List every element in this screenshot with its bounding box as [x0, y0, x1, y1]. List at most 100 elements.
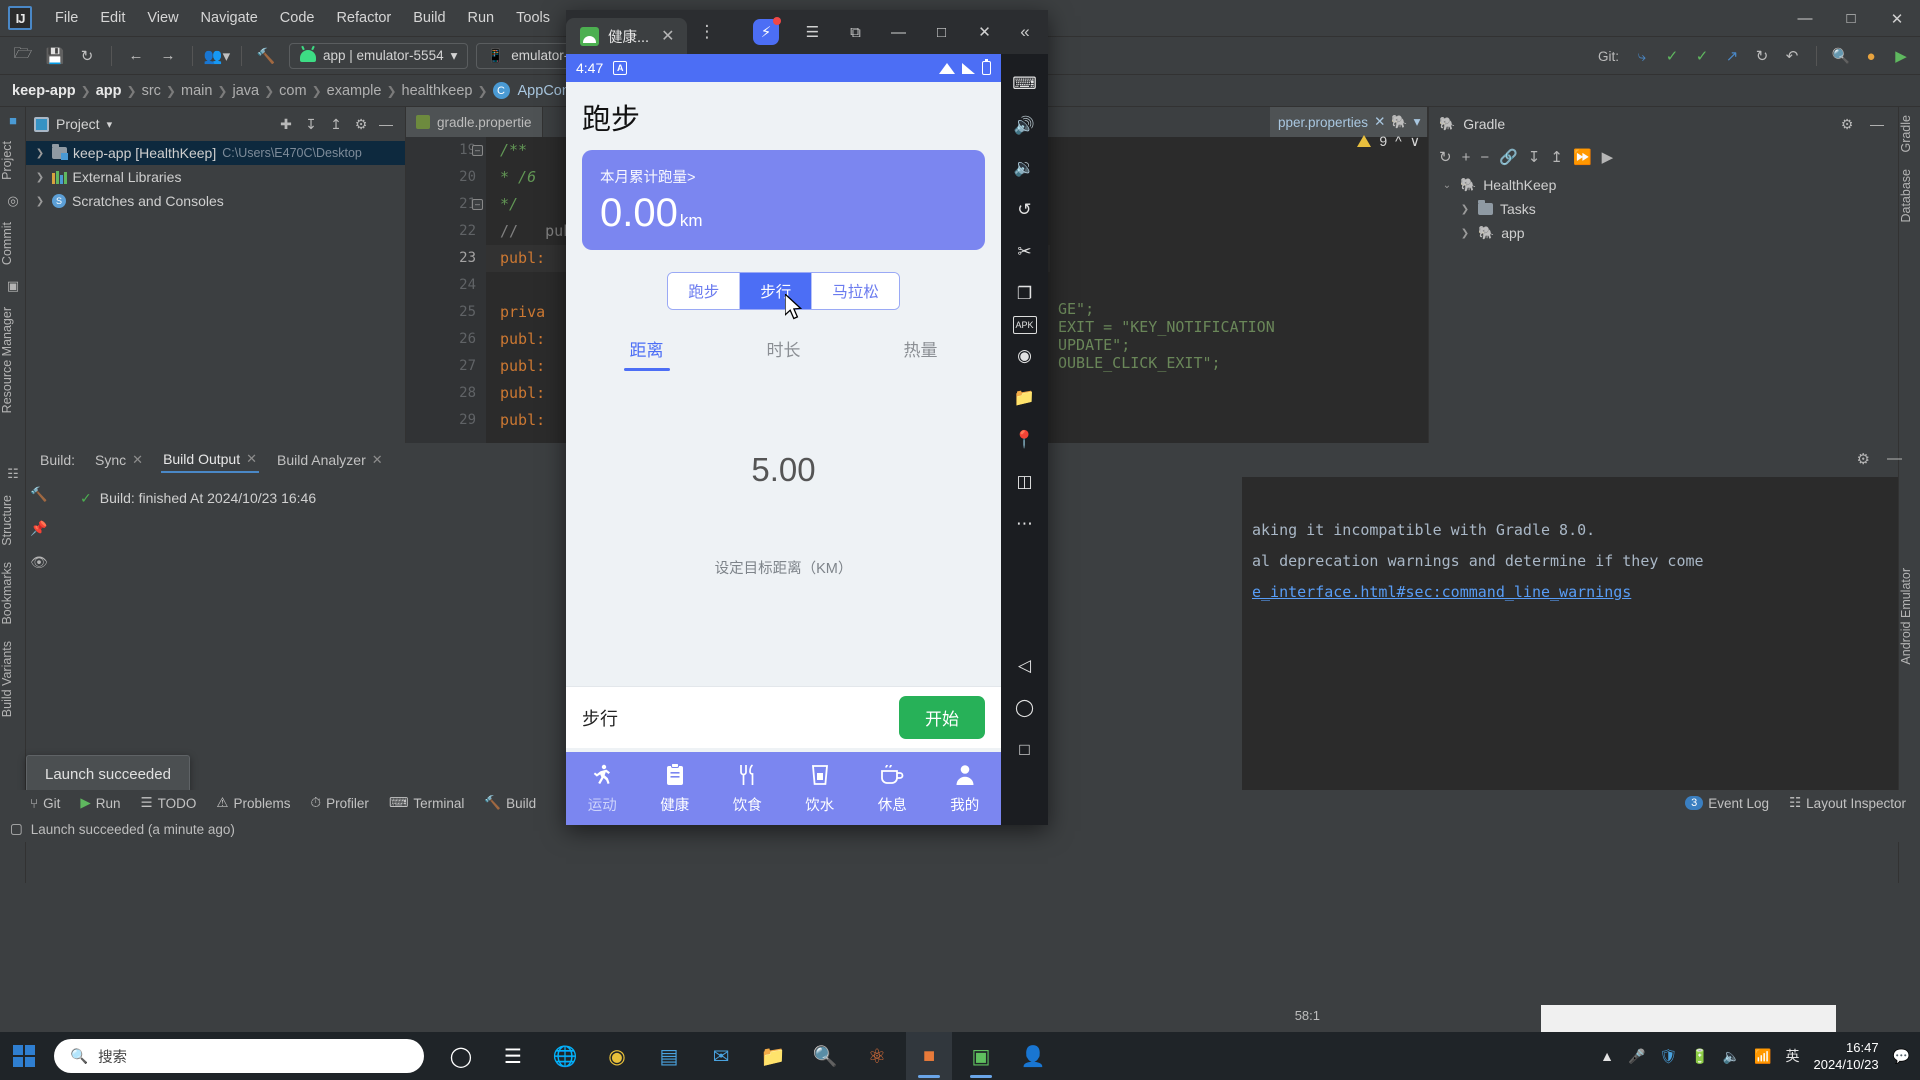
git-commit-icon[interactable]: ✓ [1659, 43, 1685, 69]
breadcrumb-item[interactable]: app [96, 83, 122, 99]
add-icon[interactable]: + [1462, 149, 1471, 166]
build-console[interactable]: aking it incompatible with Gradle 8.0. a… [1242, 477, 1898, 797]
git-push-icon[interactable]: ↗ [1719, 43, 1745, 69]
postman-icon[interactable]: ⚛ [854, 1032, 900, 1080]
rail-item-database[interactable]: Database [1899, 161, 1920, 231]
tab-sync[interactable]: Sync ✕ [93, 448, 145, 472]
extended-controls-icon[interactable]: ⋯ [1005, 504, 1045, 544]
git-history-icon[interactable]: ↻ [1749, 43, 1775, 69]
snapshot-icon[interactable]: ❐ [1005, 274, 1045, 314]
eye-icon[interactable]: 👁 [26, 545, 52, 579]
code-fold-icon[interactable]: – [472, 145, 483, 156]
file-explorer-icon[interactable]: 📁 [750, 1032, 796, 1080]
tree-node-scratches[interactable]: ❯ S Scratches and Consoles [26, 189, 405, 213]
keyboard-icon[interactable]: ⌨ [1005, 64, 1045, 104]
console-link[interactable]: e_interface.html#sec:command_line_warnin… [1252, 577, 1888, 608]
mail-icon[interactable]: ✉ [698, 1032, 744, 1080]
menu-edit[interactable]: Edit [89, 5, 136, 31]
menu-view[interactable]: View [136, 5, 189, 31]
menu-code[interactable]: Code [269, 5, 326, 31]
rail-item-commit[interactable]: Commit [0, 214, 26, 273]
status-tab-run[interactable]: ▶ Run [80, 795, 120, 811]
rail-item-gradle[interactable]: Gradle [1899, 107, 1920, 161]
fold-device-icon[interactable]: ◫ [1005, 462, 1045, 502]
nav-item-mine[interactable]: 我的 [929, 763, 1002, 815]
chevron-right-icon[interactable]: ❯ [34, 172, 46, 183]
emulator-taskbar-icon[interactable]: ▣ [958, 1032, 1004, 1080]
editor-tab-gradle-properties[interactable]: gradle.propertie [406, 107, 543, 137]
menu-tools[interactable]: Tools [505, 5, 561, 31]
chevron-right-icon[interactable]: ❯ [34, 196, 46, 207]
kebab-menu-icon[interactable]: ⋮ [699, 22, 717, 42]
prev-warning-icon[interactable]: ^ [1395, 133, 1402, 149]
nav-item-health[interactable]: 健康 [639, 762, 712, 815]
chevron-right-icon[interactable]: ❯ [1459, 228, 1471, 239]
emulator-tab[interactable]: 健康... ✕ [566, 18, 687, 54]
recents-nav-icon[interactable]: □ [1005, 730, 1045, 770]
screenshot-scissors-icon[interactable]: ✂ [1005, 232, 1045, 272]
status-tab-build[interactable]: 🔨 Build [484, 795, 536, 811]
menu-run[interactable]: Run [457, 5, 506, 31]
tree-node-keep-app[interactable]: ❯ keep-app [HealthKeep] C:\Users\E470C\D… [26, 141, 405, 165]
notifications-icon[interactable]: ● [1858, 43, 1884, 69]
tab-calories[interactable]: 热量 [852, 336, 989, 379]
minimize-icon[interactable]: — [1782, 0, 1828, 37]
folder-icon[interactable]: 📁 [1005, 378, 1045, 418]
minimize-icon[interactable]: — [879, 10, 918, 54]
expand-all-icon[interactable]: ↧ [1528, 148, 1541, 166]
attach-icon[interactable]: 🔗 [1499, 148, 1518, 166]
nav-item-water[interactable]: 饮水 [784, 763, 857, 815]
gradle-node-healthkeep[interactable]: ⌄ 🐘 HealthKeep [1429, 173, 1898, 197]
breadcrumb-item[interactable]: keep-app [12, 83, 76, 99]
status-tab-terminal[interactable]: ⌨ Terminal [389, 795, 465, 811]
breadcrumb-item[interactable]: java [232, 83, 259, 99]
git-update-icon[interactable]: ⤷ [1629, 43, 1655, 69]
toggle-offline-icon[interactable]: ⏩ [1573, 148, 1592, 166]
location-pin-icon[interactable]: 📍 [1005, 420, 1045, 460]
gradle-node-app[interactable]: ❯ 🐘 app [1429, 221, 1898, 245]
nav-item-rest[interactable]: 休息 [856, 763, 929, 815]
gradle-node-tasks[interactable]: ❯ Tasks [1429, 197, 1898, 221]
start-button[interactable]: 开始 [899, 696, 985, 739]
close-icon[interactable]: ✕ [1874, 0, 1920, 37]
battery-icon[interactable]: 🔋 [1691, 1048, 1708, 1065]
pin-icon[interactable]: 📌 [26, 511, 52, 545]
taskbar-clock[interactable]: 16:47 2024/10/23 [1813, 1039, 1878, 1073]
chevron-down-icon[interactable]: ▾ [107, 118, 113, 131]
breadcrumb-item[interactable]: src [142, 83, 161, 99]
search-icon[interactable]: 🔍 [1828, 43, 1854, 69]
gear-icon[interactable]: ⚙ [350, 113, 372, 135]
edge-icon[interactable]: 🌐 [542, 1032, 588, 1080]
android-studio-taskbar-icon[interactable]: ■ [906, 1032, 952, 1080]
hide-panel-icon[interactable]: — [1866, 113, 1888, 135]
monthly-summary-card[interactable]: 本月累计跑量> 0.00 km [582, 150, 985, 250]
nav-item-diet[interactable]: 饮食 [711, 763, 784, 815]
back-nav-icon[interactable]: ◁ [1005, 646, 1045, 686]
menu-build[interactable]: Build [402, 5, 456, 31]
goal-value[interactable]: 5.00 [566, 451, 1001, 489]
avd-manager-icon[interactable]: 👥▾ [202, 42, 232, 70]
task-view-icon[interactable]: ☰ [490, 1032, 536, 1080]
emulator-screen[interactable]: 4:47 A 跑步 本月累计跑量> 0.00 km 跑步 步行 马拉松 距离 时… [566, 54, 1001, 825]
refresh-icon[interactable]: ↻ [1439, 148, 1452, 166]
resource-manager-rail-icon[interactable]: ▣ [0, 273, 26, 299]
ime-indicator[interactable]: 英 [1785, 1046, 1799, 1066]
wechat-dev-icon[interactable]: 👤 [1010, 1032, 1056, 1080]
structure-rail-icon[interactable]: ☷ [0, 461, 26, 487]
rail-item-android-emulator[interactable]: Android Emulator [1899, 560, 1920, 673]
rail-item-bookmarks[interactable]: Bookmarks [0, 554, 26, 633]
save-icon[interactable]: 💾 [40, 42, 70, 70]
chrome-icon[interactable]: ◉ [594, 1032, 640, 1080]
build-hammer-icon[interactable]: 🔨 [26, 477, 52, 511]
maximize-icon[interactable]: □ [922, 10, 961, 54]
popout-icon[interactable]: ⧉ [836, 10, 875, 54]
gear-icon[interactable]: ⚙ [1836, 113, 1858, 135]
menu-file[interactable]: File [44, 5, 89, 31]
run-task-icon[interactable]: ▶ [1602, 148, 1614, 166]
rail-item-resource-manager[interactable]: Resource Manager [0, 299, 26, 421]
rail-item-structure[interactable]: Structure [0, 487, 26, 554]
search-everywhere-icon[interactable]: 🔍 [802, 1032, 848, 1080]
chevron-right-icon[interactable]: ❯ [1459, 204, 1471, 215]
install-apk-icon[interactable]: APK [1012, 316, 1037, 334]
hamburger-menu-icon[interactable]: ☰ [793, 10, 832, 54]
